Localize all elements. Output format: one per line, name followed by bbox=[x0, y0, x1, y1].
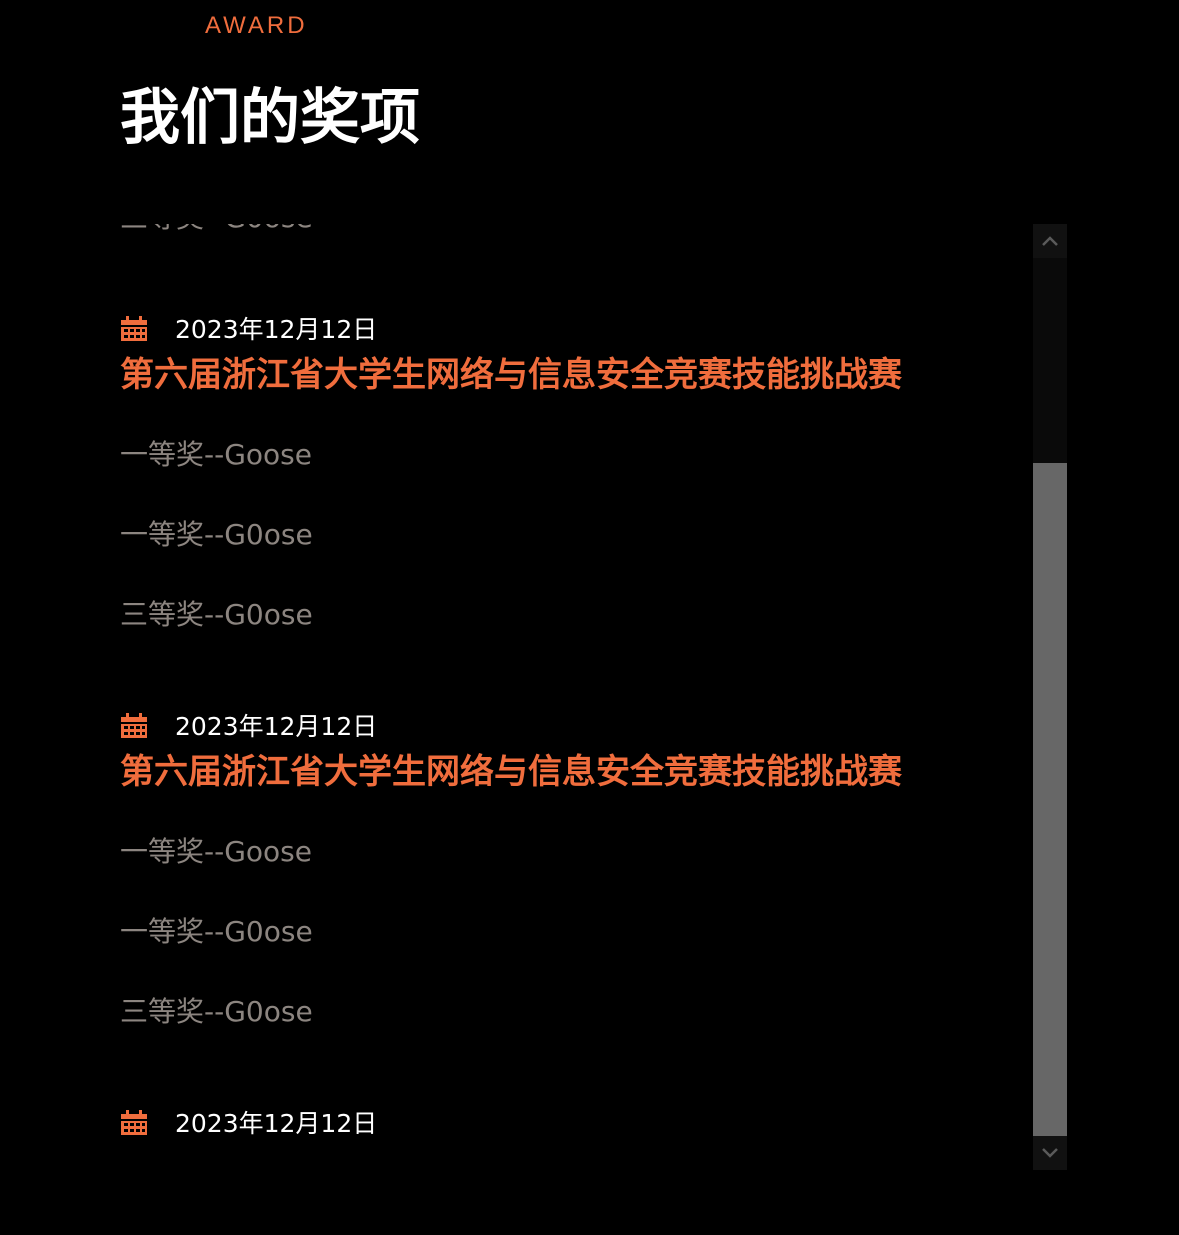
award-item: 一等奖--G0ose bbox=[120, 518, 313, 551]
calendar-icon bbox=[120, 314, 148, 342]
award-item: 一等奖--Goose bbox=[120, 835, 312, 868]
award-entry: 三等奖--G0ose bbox=[120, 224, 1020, 310]
award-entry: 2023年12月12日 第六届浙江省大学生网络与信息安全竞赛技能挑战赛 一等奖-… bbox=[120, 707, 1020, 1104]
award-item: 三等奖--G0ose bbox=[120, 224, 1020, 273]
event-title: 第六届浙江省大学生网络与信息安全竞赛技能挑战赛 bbox=[120, 752, 902, 792]
date-row: 2023年12月12日 bbox=[120, 707, 1020, 743]
award-item: 三等奖--G0ose bbox=[120, 995, 313, 1028]
date-row: 2023年12月12日 bbox=[120, 1104, 1020, 1140]
event-title: 第六届浙江省大学生网络与信息安全竞赛技能挑战赛 bbox=[120, 355, 902, 395]
section-eyebrow: AWARD bbox=[205, 12, 308, 39]
award-item: 三等奖--G0ose bbox=[120, 598, 313, 631]
date-row: 2023年12月12日 bbox=[120, 310, 1020, 346]
award-item: 一等奖--Goose bbox=[120, 438, 312, 471]
award-date: 2023年12月12日 bbox=[175, 1109, 378, 1138]
award-entry: 2023年12月12日 bbox=[120, 1104, 1020, 1140]
award-item: 一等奖--G0ose bbox=[120, 915, 313, 948]
chevron-down-icon bbox=[1042, 1148, 1058, 1158]
section-title: 我们的奖项 bbox=[120, 83, 420, 153]
calendar-icon bbox=[120, 711, 148, 739]
award-date: 2023年12月12日 bbox=[175, 315, 378, 344]
calendar-icon bbox=[120, 1108, 148, 1136]
awards-list: 三等奖--G0ose bbox=[120, 224, 1020, 1140]
awards-scroll-area[interactable]: 三等奖--G0ose bbox=[0, 224, 1020, 1170]
award-date: 2023年12月12日 bbox=[175, 712, 378, 741]
vertical-scrollbar[interactable] bbox=[1033, 224, 1067, 1170]
awards-page: AWARD 我们的奖项 三等奖--G0ose bbox=[0, 0, 1179, 1235]
award-entry: 2023年12月12日 第六届浙江省大学生网络与信息安全竞赛技能挑战赛 一等奖-… bbox=[120, 310, 1020, 707]
scroll-up-button[interactable] bbox=[1033, 224, 1067, 258]
scrollbar-thumb[interactable] bbox=[1033, 463, 1067, 1136]
chevron-up-icon bbox=[1042, 236, 1058, 246]
scroll-down-button[interactable] bbox=[1033, 1136, 1067, 1170]
